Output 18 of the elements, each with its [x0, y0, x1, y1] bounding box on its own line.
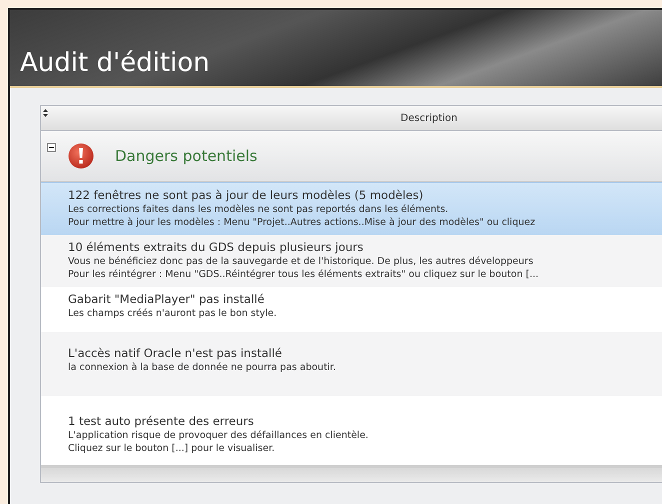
row-title: Gabarit "MediaPlayer" pas installé — [68, 292, 266, 307]
row-description: la connexion à la base de donnée ne pourra pas aboutir. — [68, 361, 337, 374]
list-row[interactable]: L'accès natif Oracle n'est pas installé la connexion à la base de donnée ne pourra pas aboutir. — [41, 332, 662, 396]
collapse-icon[interactable] — [47, 143, 56, 152]
window-title: Audit d'édition — [20, 48, 210, 78]
row-description: Vous ne bénéficiez donc pas de la sauvegarde et de l'historique. De plus, les autres développeurs Pour les réintégrer : Menu "GDS..Réintégrer tous les éléments extraits" ou cliquez sur le bouton [... — [68, 255, 540, 281]
row-description: L'application risque de provoquer des défaillances en clientèle. Cliquez sur le bouton [...] pour le visualiser. — [68, 429, 370, 455]
list-row[interactable] — [41, 182, 662, 235]
warning-icon — [68, 143, 94, 169]
list-row[interactable] — [41, 235, 662, 287]
row-description: Les champs créés n'auront pas le bon style. — [68, 307, 278, 320]
sort-icon[interactable] — [43, 109, 48, 117]
row-title: 1 test auto présente des erreurs — [68, 414, 255, 429]
row-title: L'accès natif Oracle n'est pas installé — [68, 346, 283, 361]
group-title: Dangers potentiels — [115, 147, 258, 165]
row-title: 122 fenêtres ne sont pas à jour de leurs modèles (5 modèles) — [68, 188, 424, 203]
row-title: 10 éléments extraits du GDS depuis plusieurs jours — [68, 240, 364, 255]
row-description: Les corrections faites dans les modèles ne sont pas reportés dans les éléments. Pour mettre à jour les modèles : Menu "Projet..Autres actions..Mise à jour des modèles" ou cliquez — [68, 203, 536, 229]
